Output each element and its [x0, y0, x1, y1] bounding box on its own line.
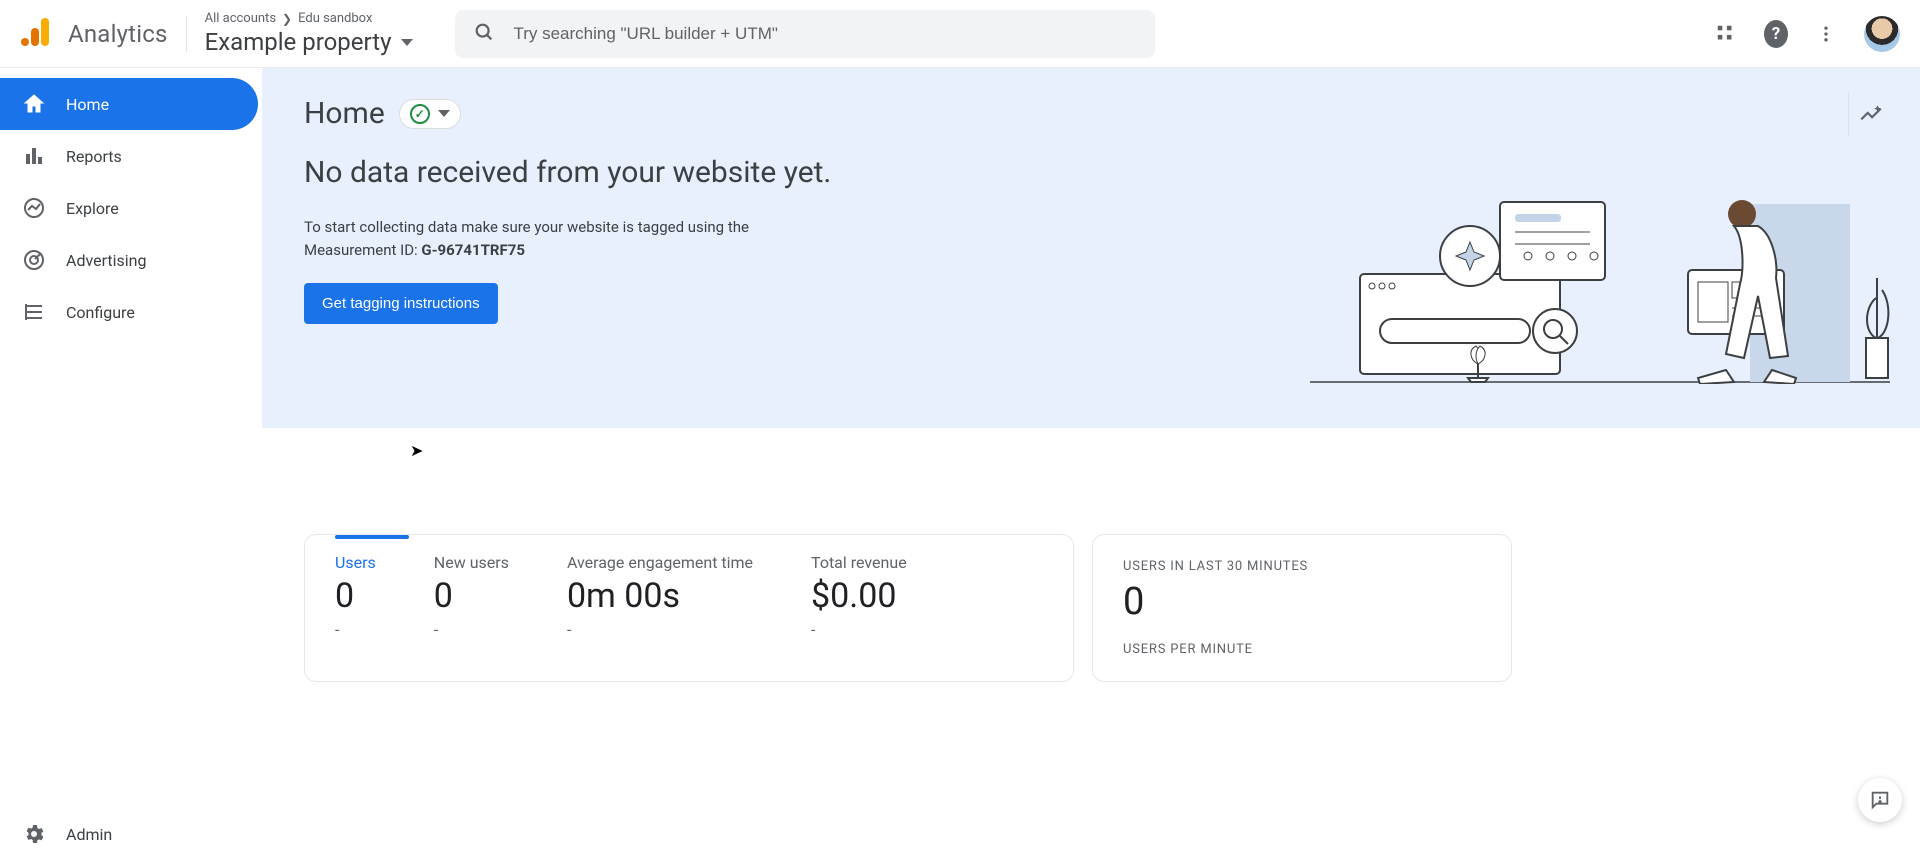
chevron-down-icon [438, 110, 450, 117]
insights-icon[interactable] [1848, 92, 1892, 136]
analytics-logo-icon [20, 16, 52, 52]
nav-label: Advertising [66, 251, 147, 270]
metric-value: 0 [434, 576, 509, 616]
apps-icon[interactable] [1714, 22, 1738, 46]
realtime-value: 0 [1123, 580, 1481, 624]
metric-total-revenue[interactable]: Total revenue $0.00 - [811, 553, 907, 632]
property-selector[interactable]: All accounts ❯ Edu sandbox Example prope… [205, 11, 414, 56]
search-icon [473, 21, 495, 47]
users-per-minute-label: USERS PER MINUTE [1123, 642, 1481, 657]
sidebar: Home Reports Explore Advertising Configu… [0, 68, 262, 860]
measurement-id: G-96741TRF75 [421, 241, 525, 259]
nav-home[interactable]: Home [0, 78, 258, 130]
nav-label: Configure [66, 303, 135, 322]
metric-value: $0.00 [811, 576, 907, 616]
metric-delta: - [434, 620, 509, 632]
nav-configure[interactable]: Configure [0, 286, 258, 338]
metric-label: Users [335, 553, 376, 572]
nav-label: Reports [66, 147, 122, 166]
metric-avg-engagement[interactable]: Average engagement time 0m 00s - [567, 553, 753, 632]
dropdown-caret-icon [401, 39, 413, 46]
chevron-right-icon: ❯ [282, 12, 292, 26]
page-title: Home [304, 96, 385, 131]
metrics-card: Users 0 - New users 0 - Average engageme… [304, 534, 1074, 682]
nav-explore[interactable]: Explore [0, 182, 258, 234]
nav-advertising[interactable]: Advertising [0, 234, 258, 286]
brand-name: Analytics [68, 20, 168, 48]
status-chip[interactable]: ✓ [399, 99, 461, 129]
tagging-hint: To start collecting data make sure your … [304, 216, 824, 261]
feedback-button[interactable] [1858, 778, 1902, 822]
nav-label: Admin [66, 825, 112, 844]
hero-illustration [1310, 174, 1890, 384]
metric-value: 0m 00s [567, 576, 753, 616]
realtime-label: USERS IN LAST 30 MINUTES [1123, 559, 1481, 574]
breadcrumb-account: Edu sandbox [298, 11, 372, 26]
metric-users[interactable]: Users 0 - [335, 553, 376, 632]
nav-reports[interactable]: Reports [0, 130, 258, 182]
active-tab-indicator [335, 535, 409, 539]
metric-new-users[interactable]: New users 0 - [434, 553, 509, 632]
no-data-message: No data received from your website yet. [304, 153, 864, 192]
metric-delta: - [567, 620, 753, 632]
search-bar[interactable] [455, 10, 1155, 58]
breadcrumb-property: Example property [205, 28, 392, 56]
metric-value: 0 [335, 576, 376, 616]
breadcrumb-root: All accounts [205, 11, 276, 26]
metric-label: Total revenue [811, 553, 907, 572]
metric-delta: - [811, 620, 907, 632]
metric-delta: - [335, 620, 376, 632]
get-tagging-instructions-button[interactable]: Get tagging instructions [304, 283, 498, 324]
nav-admin[interactable]: Admin [0, 808, 258, 860]
check-circle-icon: ✓ [410, 104, 430, 124]
nav-label: Explore [66, 199, 119, 218]
metric-label: New users [434, 553, 509, 572]
realtime-card: USERS IN LAST 30 MINUTES 0 USERS PER MIN… [1092, 534, 1512, 682]
help-icon[interactable]: ? [1764, 22, 1788, 46]
user-avatar[interactable] [1864, 16, 1900, 52]
metric-label: Average engagement time [567, 553, 753, 572]
hero-banner: Home ✓ No data received from your websit… [262, 68, 1920, 428]
more-menu-icon[interactable] [1814, 22, 1838, 46]
nav-label: Home [66, 95, 109, 114]
search-input[interactable] [511, 23, 1137, 45]
